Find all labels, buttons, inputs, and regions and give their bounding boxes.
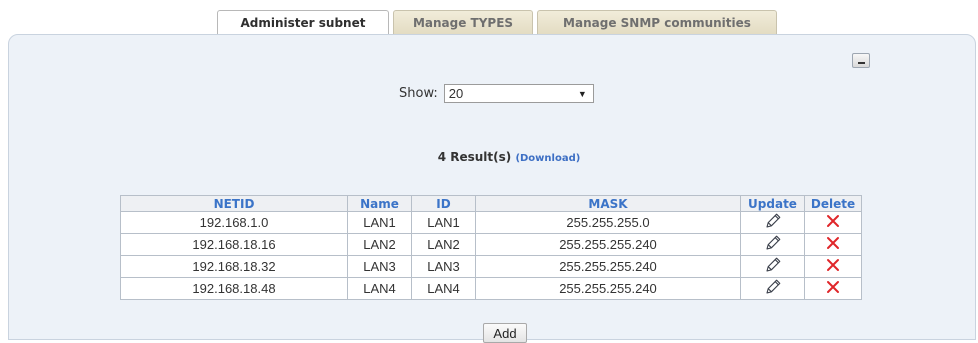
column-header-update: Update <box>740 195 805 212</box>
delete-cell <box>804 277 862 300</box>
column-header-name[interactable]: Name <box>347 195 412 212</box>
column-header-delete: Delete <box>804 195 862 212</box>
delete-cell <box>804 255 862 278</box>
table-row: 192.168.18.32 LAN3 LAN3 255.255.255.240 <box>120 255 862 278</box>
pencil-icon[interactable] <box>764 256 782 277</box>
add-button[interactable]: Add <box>483 323 527 343</box>
netid-cell: 192.168.18.32 <box>120 255 348 278</box>
pencil-icon[interactable] <box>764 278 782 299</box>
id-cell: LAN2 <box>411 233 476 256</box>
name-cell: LAN2 <box>347 233 412 256</box>
name-cell: LAN3 <box>347 255 412 278</box>
show-select[interactable]: 20 ▼ <box>443 84 594 103</box>
netid-cell: 192.168.18.16 <box>120 233 348 256</box>
tab-manage-types[interactable]: Manage TYPES <box>393 10 533 34</box>
update-cell <box>740 255 805 278</box>
delete-icon[interactable] <box>826 236 840 253</box>
mask-cell: 255.255.255.0 <box>475 211 741 234</box>
column-header-mask[interactable]: MASK <box>475 195 741 212</box>
table-header-row: NETID Name ID MASK Update Delete <box>120 195 862 212</box>
tab-administer-subnet[interactable]: Administer subnet <box>217 10 389 35</box>
column-header-id[interactable]: ID <box>411 195 476 212</box>
delete-cell <box>804 233 862 256</box>
delete-icon[interactable] <box>826 258 840 275</box>
table-row: 192.168.1.0 LAN1 LAN1 255.255.255.0 <box>120 211 862 234</box>
id-cell: LAN1 <box>411 211 476 234</box>
mask-cell: 255.255.255.240 <box>475 255 741 278</box>
netid-cell: 192.168.18.48 <box>120 277 348 300</box>
name-cell: LAN1 <box>347 211 412 234</box>
pencil-icon[interactable] <box>764 234 782 255</box>
tab-manage-snmp-communities[interactable]: Manage SNMP communities <box>537 10 777 34</box>
minimize-icon[interactable] <box>852 53 870 68</box>
update-cell <box>740 211 805 234</box>
delete-icon[interactable] <box>826 280 840 297</box>
pencil-icon[interactable] <box>764 212 782 233</box>
subnet-table: NETID Name ID MASK Update Delete 192.168… <box>120 195 862 300</box>
id-cell: LAN3 <box>411 255 476 278</box>
show-label: Show: <box>399 86 438 101</box>
delete-icon[interactable] <box>826 214 840 231</box>
id-cell: LAN4 <box>411 277 476 300</box>
mask-cell: 255.255.255.240 <box>475 277 741 300</box>
netid-cell: 192.168.1.0 <box>120 211 348 234</box>
table-row: 192.168.18.48 LAN4 LAN4 255.255.255.240 <box>120 277 862 300</box>
mask-cell: 255.255.255.240 <box>475 233 741 256</box>
show-select-value: 20 <box>448 86 464 101</box>
content-panel: Show: 20 ▼ 4 Result(s) (Download) NETID … <box>8 34 978 343</box>
show-row: Show: 20 ▼ <box>399 84 594 103</box>
tab-bar: Administer subnet Manage TYPES Manage SN… <box>217 10 777 35</box>
results-count: 4 Result(s) <box>437 150 512 164</box>
name-cell: LAN4 <box>347 277 412 300</box>
column-header-netid[interactable]: NETID <box>120 195 348 212</box>
download-link[interactable]: (Download) <box>515 153 580 164</box>
table-row: 192.168.18.16 LAN2 LAN2 255.255.255.240 <box>120 233 862 256</box>
results-summary: 4 Result(s) (Download) <box>9 150 978 164</box>
dropdown-arrow-icon: ▼ <box>577 88 587 99</box>
delete-cell <box>804 211 862 234</box>
update-cell <box>740 277 805 300</box>
update-cell <box>740 233 805 256</box>
